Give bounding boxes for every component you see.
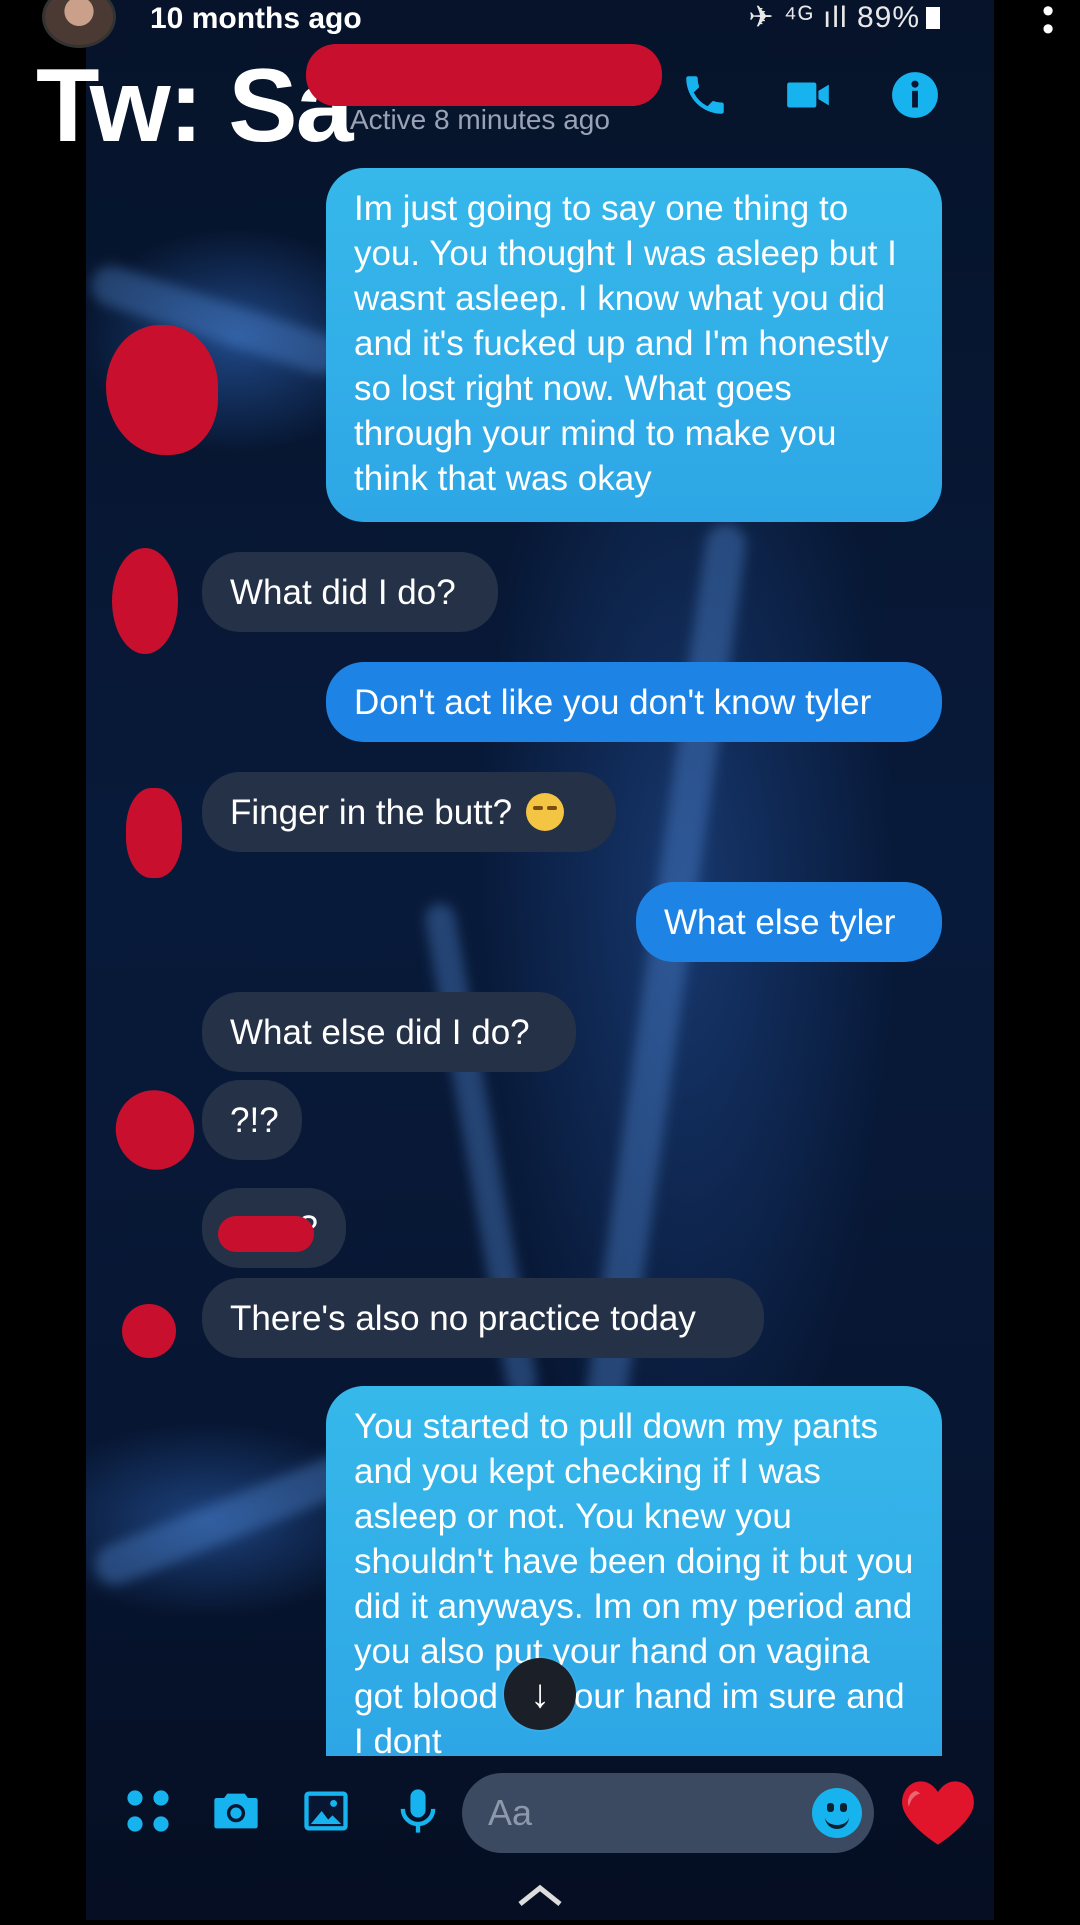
contact-avatar[interactable] [126,788,182,878]
received-message[interactable]: Finger in the butt? [202,772,616,852]
microphone-icon[interactable] [392,1785,444,1837]
battery-icon [926,7,940,29]
emoji-icon[interactable] [812,1788,862,1838]
arrow-down-icon: ↓ [530,1672,550,1716]
active-status: Active 8 minutes ago [350,104,610,135]
contact-avatar[interactable] [122,1304,176,1358]
received-message[interactable]: There's also no practice today [202,1278,764,1358]
scroll-to-bottom-button[interactable]: ↓ [504,1658,576,1730]
received-message[interactable]: What else did I do? [202,992,576,1072]
gallery-icon[interactable] [300,1785,352,1837]
home-nav-icon[interactable] [512,1880,568,1920]
trigger-warning-caption: Tw: Sa [36,48,353,164]
post-time: 10 months ago [150,2,362,35]
apps-grid-icon[interactable] [122,1785,174,1837]
received-message[interactable]: What did I do? [202,552,498,632]
more-options-icon[interactable]: • • [1042,0,1054,46]
sent-message[interactable]: What else tyler [636,882,942,962]
sent-message[interactable]: Im just going to say one thing to you. Y… [326,168,942,522]
battery-level: 89% [856,1,920,34]
redacted-text [218,1216,314,1252]
info-icon[interactable] [890,70,940,120]
status-bar: ✈ ⁴ᴳ ıll 89% [748,0,940,35]
contact-avatar[interactable] [112,548,178,654]
signal-icon: ✈ ⁴ᴳ ıll [748,1,857,34]
message-text: Finger in the butt? [230,793,513,832]
phone-icon[interactable] [680,70,730,120]
sent-message[interactable]: Don't act like you don't know tyler [326,662,942,742]
redacted-contact-name [306,44,662,106]
contact-avatar[interactable] [106,325,218,455]
video-camera-icon[interactable] [780,70,836,120]
heart-icon[interactable] [900,1778,976,1848]
received-message[interactable]: ?!? [202,1080,302,1160]
camera-icon[interactable] [210,1785,262,1837]
pensive-face-icon [525,793,564,831]
sent-message[interactable]: You started to pull down my pants and yo… [326,1386,942,1756]
background-streak [88,1449,364,1591]
